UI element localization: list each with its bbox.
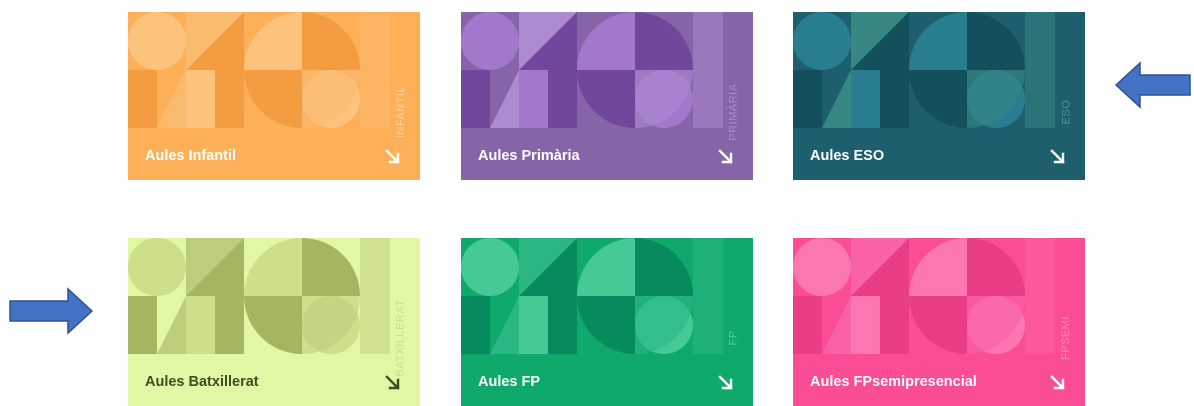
pattern-shape [822, 70, 851, 128]
pattern-shape [909, 238, 967, 296]
arrow-down-right-icon [718, 375, 733, 390]
pattern-shape [360, 238, 390, 354]
arrow-down-right-icon [718, 149, 733, 164]
pattern-shape [635, 238, 693, 296]
pattern-shape [244, 296, 302, 354]
pattern-shape [909, 12, 967, 70]
pattern-shape [635, 12, 693, 70]
arrow-left-icon [1114, 61, 1191, 109]
pattern-shape [461, 70, 490, 128]
pattern-shape [302, 238, 360, 296]
card-aules-primaria[interactable]: PRIMÀRIA Aules Primària [461, 12, 753, 180]
pattern-shape [1025, 12, 1055, 128]
card-aules-batxillerat[interactable]: BATXILLERAT Aules Batxillerat [128, 238, 420, 406]
card-title: Aules Batxillerat [145, 374, 259, 390]
pattern-shape [461, 296, 490, 354]
pattern-shape [851, 296, 880, 354]
pattern-shape [244, 238, 302, 296]
pattern-shape [461, 12, 519, 70]
card-aules-fpsemipresencial[interactable]: FPSEMI Aules FPsemipresencial [793, 238, 1085, 406]
arrow-down-right-icon [1050, 149, 1065, 164]
pattern-shape [577, 12, 635, 70]
card-vertical-label: PRIMÀRIA [728, 83, 740, 141]
pattern-shape [215, 296, 244, 354]
pattern-shape [822, 296, 851, 354]
arrow-down-right-icon [385, 375, 400, 390]
pattern-shape [851, 70, 880, 128]
pattern-shape [793, 12, 851, 70]
pattern-shape [519, 296, 548, 354]
pattern-shape [157, 296, 186, 354]
card-title: Aules ESO [810, 148, 885, 164]
pattern-shape [577, 238, 635, 296]
pattern-shape [186, 296, 215, 354]
pattern-shape [128, 12, 186, 70]
pattern-shape [693, 238, 723, 354]
pattern-shape [577, 70, 635, 128]
pattern-shape [909, 70, 967, 128]
pattern-shape [909, 296, 967, 354]
card-title: Aules FP [478, 374, 541, 390]
card-aules-infantil[interactable]: INFANTIL Aules Infantil [128, 12, 420, 180]
pattern-shape [793, 70, 822, 128]
pattern-shape [967, 12, 1025, 70]
pattern-shape [128, 296, 157, 354]
card-vertical-label: INFANTIL [395, 85, 408, 139]
pattern-shape [967, 238, 1025, 296]
pattern-shape [186, 70, 215, 128]
pattern-shape [548, 70, 577, 128]
card-vertical-label: ESO [1060, 99, 1073, 125]
card-title: Aules FPsemipresencial [810, 374, 977, 390]
pattern-shape [157, 70, 186, 128]
card-vertical-label: FPSEMI [1060, 316, 1073, 360]
pattern-shape [548, 296, 577, 354]
pattern-shape [244, 12, 302, 70]
card-aules-fp[interactable]: FP Aules FP [461, 238, 753, 406]
pattern-shape [1025, 238, 1055, 354]
pattern-shape [128, 70, 157, 128]
pattern-shape [519, 70, 548, 128]
pattern-shape [490, 296, 519, 354]
pattern-shape [793, 296, 822, 354]
pattern-shape [215, 70, 244, 128]
pattern-shape [577, 296, 635, 354]
pattern-shape [793, 238, 851, 296]
card-vertical-label: FP [728, 330, 740, 346]
arrow-down-right-icon [1050, 375, 1065, 390]
pattern-shape [461, 238, 519, 296]
pattern-shape [880, 296, 909, 354]
pattern-shape [128, 238, 186, 296]
arrow-right-icon [9, 287, 94, 335]
card-title: Aules Primària [478, 148, 580, 164]
card-aules-eso[interactable]: ESO Aules ESO [793, 12, 1085, 180]
pattern-shape [244, 70, 302, 128]
card-title: Aules Infantil [145, 148, 237, 164]
arrow-down-right-icon [385, 149, 400, 164]
card-vertical-label: BATXILLERAT [395, 299, 408, 377]
pattern-shape [880, 70, 909, 128]
pattern-shape [490, 70, 519, 128]
pattern-shape [693, 12, 723, 128]
pattern-shape [302, 12, 360, 70]
pattern-shape [360, 12, 390, 128]
